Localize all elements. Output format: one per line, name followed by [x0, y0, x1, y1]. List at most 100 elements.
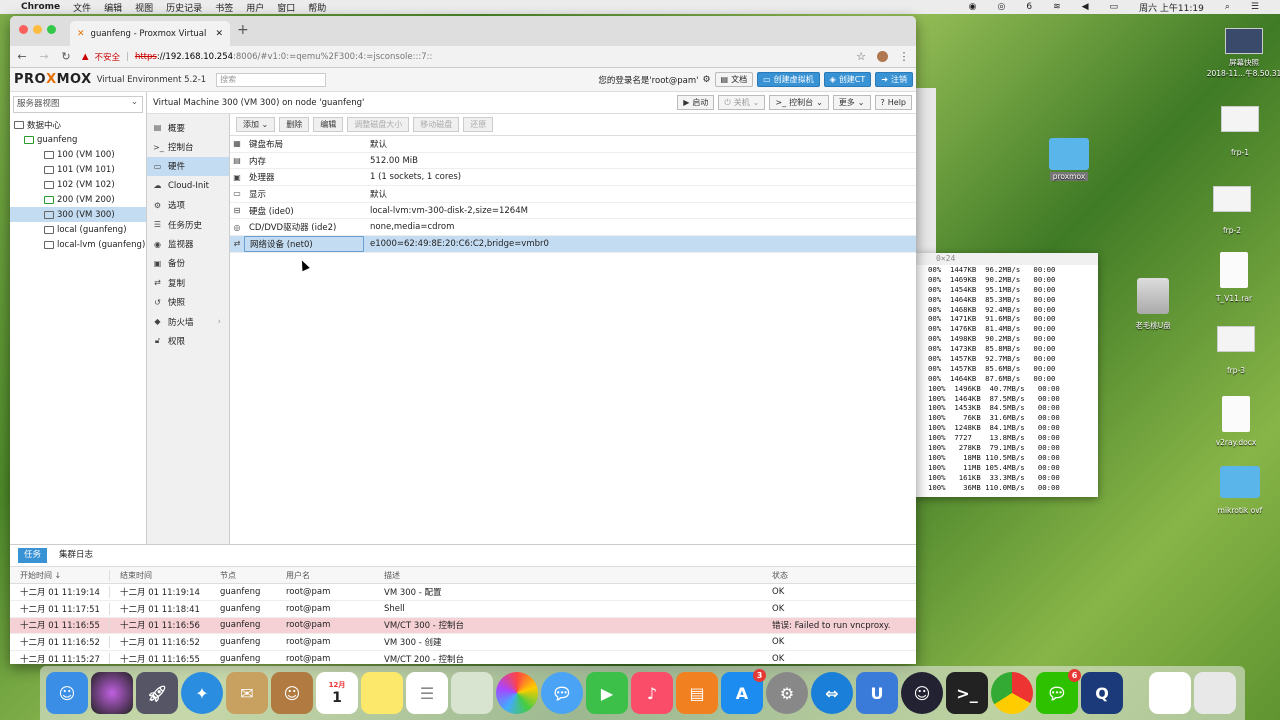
shutdown-button[interactable]: ⏻ 关机 ⌄: [718, 95, 766, 110]
help-button[interactable]: ? Help: [874, 95, 912, 110]
tree-item[interactable]: local (guanfeng): [10, 222, 146, 237]
safari-icon[interactable]: ✦: [181, 672, 223, 714]
move-disk-button[interactable]: 移动磁盘: [413, 117, 460, 132]
tree-item[interactable]: 300 (VM 300): [10, 207, 146, 222]
terminal-window[interactable]: 0×24 00% 1447KB 96.2MB/s 00:00 00% 1469KB…: [916, 253, 1098, 497]
tree-item[interactable]: 200 (VM 200): [10, 192, 146, 207]
create-ct-button[interactable]: ◈ 创建CT: [823, 72, 872, 87]
tree-item[interactable]: local-lvm (guanfeng): [10, 237, 146, 252]
menu-edit[interactable]: 编辑: [104, 1, 122, 14]
more-button[interactable]: 更多 ⌄: [832, 95, 871, 110]
reload-icon[interactable]: ↻: [60, 50, 72, 63]
contacts-icon[interactable]: ☺: [271, 672, 313, 714]
menu-history[interactable]: 历史记录: [166, 1, 202, 14]
wifi-icon[interactable]: ≋: [1053, 2, 1061, 12]
battery-icon[interactable]: ▭: [1110, 2, 1119, 12]
menu-clock[interactable]: 周六 上午11:19: [1139, 1, 1204, 14]
hw-row-keyboard[interactable]: ▦ 键盘布局 默认: [230, 136, 916, 153]
create-vm-button[interactable]: ▭ 创建虚拟机: [757, 72, 820, 87]
launchpad-icon[interactable]: 🚀︎: [136, 672, 178, 714]
tree-item[interactable]: 102 (VM 102): [10, 177, 146, 192]
col-node[interactable]: 节点: [210, 570, 276, 581]
vpn-app-icon[interactable]: U: [856, 672, 898, 714]
task-row[interactable]: 十二月 01 11:19:14 十二月 01 11:19:14 guanfeng ro…: [10, 584, 916, 601]
chrome-icon[interactable]: [991, 672, 1033, 714]
app-store-icon[interactable]: A3: [721, 669, 766, 714]
nav-summary[interactable]: ▤ 概要: [147, 118, 229, 137]
reminders-icon[interactable]: ☰: [406, 672, 448, 714]
browser-tab[interactable]: ✕ guanfeng - Proxmox Virtual En ✕: [70, 21, 230, 46]
console-button[interactable]: >_ 控制台 ⌄: [769, 95, 829, 110]
url-bar[interactable]: ▲ 不安全 | https://192.168.10.254:8006/#v1:…: [82, 49, 845, 65]
messages-icon[interactable]: 💬︎: [541, 672, 583, 714]
desktop-frp-3[interactable]: frp-3: [1206, 326, 1266, 375]
gear-icon[interactable]: ⚙: [702, 75, 710, 85]
menu-help[interactable]: 帮助: [308, 1, 326, 14]
tree-item[interactable]: 100 (VM 100): [10, 147, 146, 162]
resize-disk-button[interactable]: 调整磁盘大小: [347, 117, 410, 132]
nav-hardware[interactable]: ▭ 硬件: [147, 156, 229, 177]
task-row[interactable]: 十二月 01 11:15:27 十二月 01 11:16:55 guanfeng ro…: [10, 651, 916, 664]
nav-backup[interactable]: ▣ 备份: [147, 254, 229, 273]
hw-row-network[interactable]: ⇄ 网络设备 (net0) e1000=62:49:8E:20:C6:C2,brid…: [230, 236, 916, 253]
menu-window[interactable]: 窗口: [277, 1, 295, 14]
tab-tasks[interactable]: 任务: [18, 548, 48, 563]
task-row[interactable]: 十二月 01 11:16:55 十二月 01 11:16:56 guanfeng ro…: [10, 617, 916, 635]
start-button[interactable]: ▶ 启动: [677, 95, 715, 110]
desktop-proxmox-folder[interactable]: proxmox: [1039, 138, 1099, 181]
hw-row-display[interactable]: ▭ 显示 默认: [230, 186, 916, 203]
menu-app-name[interactable]: Chrome: [21, 2, 60, 12]
task-row[interactable]: 十二月 01 11:17:51 十二月 01 11:18:41 guanfeng ro…: [10, 601, 916, 618]
profile-avatar[interactable]: [877, 51, 888, 62]
terminal-app-icon[interactable]: >_: [946, 672, 988, 714]
facetime-icon[interactable]: ▶: [586, 672, 628, 714]
nav-options[interactable]: ⚙ 选项: [147, 196, 229, 215]
close-tab-icon[interactable]: ✕: [215, 29, 223, 39]
notes-icon[interactable]: [361, 672, 403, 714]
nav-task-history[interactable]: ☰ 任务历史: [147, 215, 229, 234]
logout-button[interactable]: ➜ 注销: [875, 72, 913, 87]
ibooks-icon[interactable]: ▤: [676, 672, 718, 714]
back-icon[interactable]: ←: [16, 50, 28, 63]
nav-permissions[interactable]: 🔓︎ 权限: [147, 331, 229, 350]
zoom-window-icon[interactable]: [47, 25, 56, 34]
cat-app-icon[interactable]: ☺: [901, 672, 943, 714]
tree-item[interactable]: 数据中心: [10, 117, 146, 132]
hw-row-processor[interactable]: ▣ 处理器 1 (1 sockets, 1 cores): [230, 169, 916, 187]
col-description[interactable]: 描述: [376, 570, 764, 581]
tree-item[interactable]: guanfeng: [10, 132, 146, 147]
system-preferences-icon[interactable]: ⚙: [766, 672, 808, 714]
quicktime-icon[interactable]: Q: [1081, 672, 1123, 714]
col-status[interactable]: 状态: [764, 570, 916, 581]
volume-icon[interactable]: ◀: [1082, 2, 1089, 12]
spotlight-icon[interactable]: ⌕: [1225, 2, 1230, 12]
col-start-time[interactable]: 开始时间 ↓: [10, 569, 110, 581]
minimize-window-icon[interactable]: [33, 25, 42, 34]
menu-user[interactable]: 用户: [246, 1, 264, 14]
desktop-usb-drive[interactable]: 老毛桃U盘: [1123, 278, 1183, 331]
col-user[interactable]: 用户名: [276, 570, 376, 581]
menu-view[interactable]: 视图: [135, 1, 153, 14]
tree-item[interactable]: 101 (VM 101): [10, 162, 146, 177]
chrome-menu-icon[interactable]: ⋮: [898, 50, 910, 63]
nav-cloud-init[interactable]: ☁ Cloud-Init: [147, 176, 229, 195]
itunes-icon[interactable]: ♪: [631, 672, 673, 714]
close-window-icon[interactable]: [19, 25, 28, 34]
col-end-time[interactable]: 结束时间: [110, 570, 210, 581]
desktop-frp-1[interactable]: frp-1: [1210, 106, 1270, 157]
menu-file[interactable]: 文件: [73, 1, 91, 14]
pve-search-input[interactable]: 搜索: [216, 72, 327, 87]
menu-bookmarks[interactable]: 书签: [215, 1, 233, 14]
forward-icon[interactable]: →: [38, 50, 50, 63]
nav-firewall[interactable]: ◆ 防火墙 ›: [147, 312, 229, 331]
desktop-frp-2[interactable]: frp-2: [1202, 186, 1262, 235]
calendar-icon[interactable]: 12月 1: [316, 672, 358, 714]
desktop-mikrotik-folder[interactable]: mikrotik ovf: [1210, 466, 1270, 515]
record-icon[interactable]: ◉: [969, 2, 977, 12]
hw-row-cdrom[interactable]: ◎ CD/DVD驱动器 (ide2) none,media=cdrom: [230, 219, 916, 237]
preview-icon[interactable]: ✉: [226, 672, 268, 714]
notification-icon[interactable]: ☰: [1251, 2, 1259, 12]
new-tab-button[interactable]: +: [237, 22, 249, 38]
wechat-icon[interactable]: 💬︎ 6: [1036, 669, 1081, 714]
edit-button[interactable]: 编辑: [313, 117, 344, 132]
